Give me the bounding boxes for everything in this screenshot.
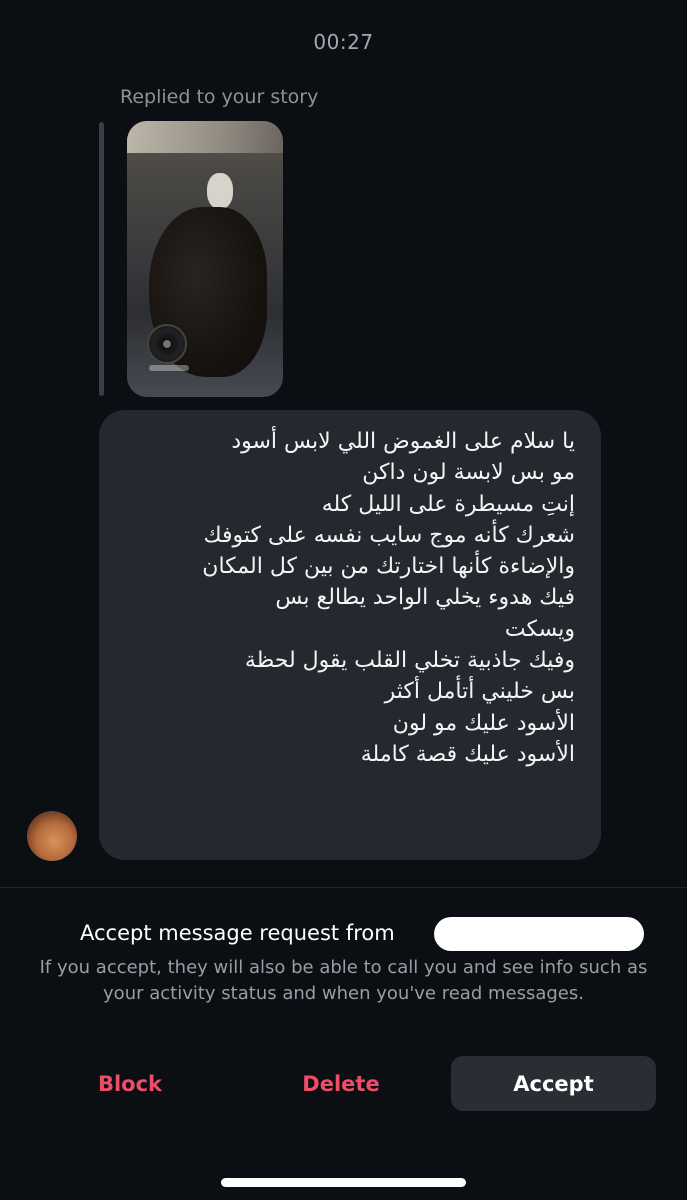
request-description: If you accept, they will also be able to… <box>39 957 648 1004</box>
message-line: وفيك جاذبية تخلي القلب يقول لحظة <box>244 648 575 674</box>
request-title: Accept message request from <box>80 921 395 945</box>
replied-to-story-label: Replied to your story <box>120 86 319 108</box>
delete-button[interactable]: Delete <box>241 1056 441 1111</box>
redacted-username <box>434 917 644 951</box>
message-line: إنتِ مسيطرة على الليل كله <box>321 491 575 517</box>
message-line: ويسكت <box>504 616 575 642</box>
section-divider <box>0 887 687 888</box>
message-bubble[interactable]: يا سلام على الغموض اللي لابس أسود مو بس … <box>99 410 601 860</box>
message-line: الأسود عليك مو لون <box>392 710 575 736</box>
music-disc-icon <box>147 324 187 364</box>
music-sticker-caption <box>149 365 189 371</box>
story-thumbnail[interactable] <box>127 121 283 397</box>
message-line: بس خليني أتأمل أكثر <box>384 679 575 705</box>
home-indicator <box>221 1178 466 1187</box>
story-photo-ceiling <box>127 121 283 153</box>
message-line: شعرك كأنه موج سايب نفسه على كتوفك <box>203 522 575 548</box>
message-line: الأسود عليك قصة كاملة <box>360 741 575 767</box>
accept-button[interactable]: Accept <box>451 1056 656 1111</box>
message-line: مو بس لابسة لون داكن <box>362 460 575 486</box>
message-line: يا سلام على الغموض اللي لابس أسود <box>231 429 575 454</box>
story-photo-mask <box>207 173 233 209</box>
message-line: والإضاءة كأنها اختارتك من بين كل المكان <box>202 554 575 580</box>
block-button[interactable]: Block <box>30 1056 230 1111</box>
sender-avatar[interactable] <box>27 811 77 861</box>
message-line: فيك هدوء يخلي الواحد يطالع بس <box>275 585 575 611</box>
reply-indicator-bar <box>99 122 104 396</box>
message-timestamp: 00:27 <box>313 30 374 54</box>
